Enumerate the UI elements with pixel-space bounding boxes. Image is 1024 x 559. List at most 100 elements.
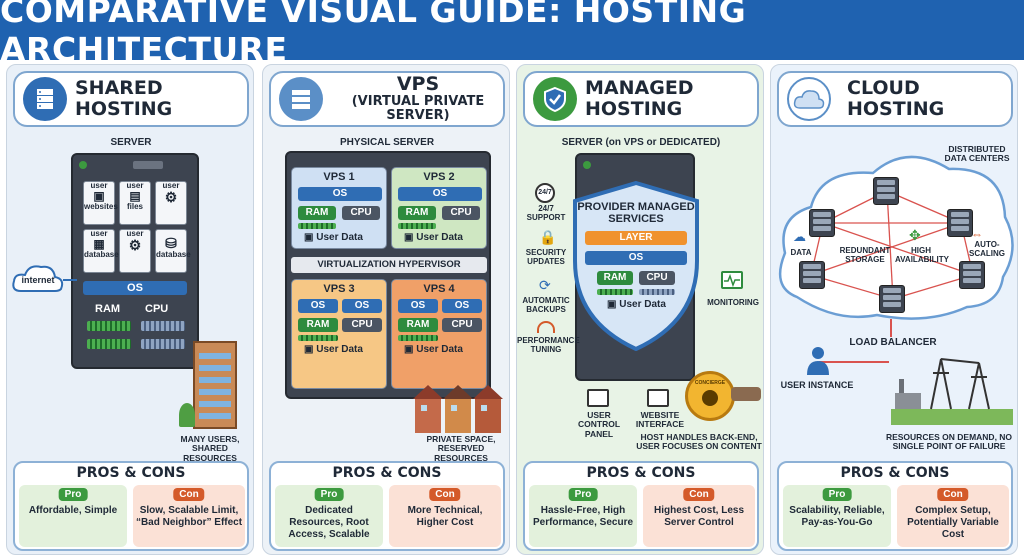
vps-4-os-b: OS [442, 299, 482, 313]
vps-3-ram-meter [298, 335, 338, 341]
cpu-label: CPU [145, 303, 169, 315]
vps-title: VPS (VIRTUAL PRIVATE SERVER) [351, 73, 485, 124]
ha-label: HIGH AVAILABILITY [895, 246, 949, 264]
con-box: Con Slow, Scalable Limit, “Bad Neighbor” … [133, 485, 245, 547]
vps-3-user-data: ▣ User Data [304, 344, 363, 355]
cloud-title: CLOUD HOSTING [847, 77, 945, 120]
internet-link [63, 279, 77, 281]
vps-4-cpu: CPU [442, 318, 482, 332]
con-text: Slow, Scalable Limit, “Bad Neighbor” Eff… [135, 505, 243, 528]
con-text: More Technical, Higher Cost [407, 505, 483, 528]
datacenters-label: DISTRIBUTED DATA CENTERS [944, 144, 1010, 164]
datacenter-node [879, 285, 905, 313]
vps-4-ram: RAM [398, 318, 438, 332]
concierge-label: CONCIERGE [694, 380, 726, 386]
server-label: SERVER [110, 137, 152, 148]
shared-caption: MANY USERS, SHARED RESOURCES [180, 434, 240, 463]
vps-1-box: VPS 1 OS RAM CPU ▣ User Data [291, 167, 387, 249]
internet-label: internet [21, 275, 55, 285]
website-icon [647, 389, 669, 407]
user-icon [805, 345, 831, 375]
vps-4-box: VPS 4 OS OS RAM CPU ▣ User Data [391, 279, 487, 389]
datacenter-node [799, 261, 825, 289]
user-files-tile: user ▤ files [119, 181, 151, 225]
concierge-lock-icon: CONCIERGE [685, 371, 735, 421]
internet-cloud-icon: internet [11, 261, 65, 295]
vps-4-user-data: ▣ User Data [404, 344, 463, 355]
backup-icon: ⟳ [539, 277, 551, 293]
pro-text: Affordable, Simple [28, 505, 118, 516]
cloud-header: CLOUD HOSTING [777, 71, 1013, 127]
vps-2-cpu: CPU [442, 206, 480, 220]
vps-pros-cons: PROS & CONS Pro Dedicated Resources, Root… [269, 461, 505, 551]
web-label: WEBSITE INTERFACE [635, 410, 685, 430]
os-bar: OS [83, 281, 187, 295]
pros-cons-title: PROS & CONS [840, 465, 950, 481]
datacenter-node [959, 261, 985, 289]
vps-4-title: VPS 4 [423, 283, 455, 295]
security-label: SECURITY UPDATES [525, 248, 567, 266]
apartment-building-icon [193, 341, 237, 429]
shared-title: SHARED HOSTING [75, 77, 173, 120]
con-tag: Con [683, 488, 715, 501]
vps-2-ram-meter [398, 223, 436, 229]
row-houses-icon [413, 381, 503, 433]
managed-cpu-meter [639, 289, 675, 295]
cloud-hosting-panel: CLOUD HOSTING DISTRIBUTED DATA CENTERS ☁… [770, 64, 1018, 555]
pro-text: Hassle-Free, High Performance, Secure [532, 505, 634, 528]
datacenter-node [873, 177, 899, 205]
datacenter-node [809, 209, 835, 237]
managed-os-bar: OS [585, 251, 687, 265]
ram-meter-2 [87, 339, 131, 349]
monitor-icon [721, 271, 743, 289]
vps-1-title: VPS 1 [323, 171, 355, 183]
support-label: 24/7 SUPPORT [526, 204, 566, 222]
tuning-label: PERFORMANCE TUNING [517, 336, 580, 354]
data-cloud-icon: ☁ [793, 229, 806, 244]
server-stack-icon [23, 77, 67, 121]
cpu-meter-2 [141, 339, 185, 349]
con-box: Con More Technical, Higher Cost [389, 485, 501, 547]
vps-header: VPS (VIRTUAL PRIVATE SERVER) [269, 71, 505, 127]
vps-1-ram-meter [298, 223, 336, 229]
lb-link [890, 319, 892, 337]
shield-check-icon [533, 77, 577, 121]
shared-hosting-panel: SHARED HOSTING SERVER user ▣ websites user… [6, 64, 254, 555]
lb-label: LOAD BALANCER [849, 337, 937, 348]
cpu-meter [141, 321, 185, 331]
vps-4-ram-meter [398, 335, 438, 341]
pros-cons-title: PROS & CONS [76, 465, 186, 481]
managed-pros-cons: PROS & CONS Pro Hassle-Free, High Perform… [523, 461, 759, 551]
vps-panel: VPS (VIRTUAL PRIVATE SERVER) PHYSICAL SER… [262, 64, 510, 555]
pros-cons-title: PROS & CONS [586, 465, 696, 481]
shared-header: SHARED HOSTING [13, 71, 249, 127]
user-websites-tile: user ▣ websites [83, 181, 118, 225]
user-gear-tile-2: user ⚙ [119, 229, 151, 273]
scale-arrows-icon: ⇔ [971, 227, 983, 241]
data-label: DATA [790, 248, 812, 257]
con-box: Con Complex Setup, Potentially Variable C… [897, 485, 1009, 547]
power-grid-icon [891, 353, 1013, 425]
con-text: Highest Cost, Less Server Control [653, 505, 745, 528]
con-box: Con Highest Cost, Less Server Control [643, 485, 755, 547]
layer-bar: LAYER [585, 231, 687, 245]
vps-3-title: VPS 3 [323, 283, 355, 295]
vps-2-box: VPS 2 OS RAM CPU ▣ User Data [391, 167, 487, 249]
pro-box: Pro Affordable, Simple [19, 485, 127, 547]
managed-header: MANAGED HOSTING [523, 71, 759, 127]
vps-3-os-b: OS [342, 299, 382, 313]
vps-2-title: VPS 2 [423, 171, 455, 183]
cloud-pros-cons: PROS & CONS Pro Scalability, Reliable, Pa… [777, 461, 1013, 551]
pro-text: Scalability, Reliable, Pay-as-You-Go [789, 505, 885, 528]
shield-title: PROVIDER MANAGED SERVICES [577, 201, 695, 226]
pro-tag: Pro [568, 488, 598, 501]
ram-meter [87, 321, 131, 331]
backups-label: AUTOMATIC BACKUPS [522, 296, 570, 314]
physical-server-label: PHYSICAL SERVER [339, 137, 435, 148]
managed-cpu: CPU [639, 271, 675, 285]
support-clock-icon: 24/7 [535, 183, 555, 203]
pro-tag: Pro [314, 488, 344, 501]
shared-pros-cons: PROS & CONS Pro Affordable, Simple Con Slo… [13, 461, 249, 551]
managed-title: MANAGED HOSTING [585, 77, 694, 120]
vps-2-os: OS [398, 187, 482, 201]
